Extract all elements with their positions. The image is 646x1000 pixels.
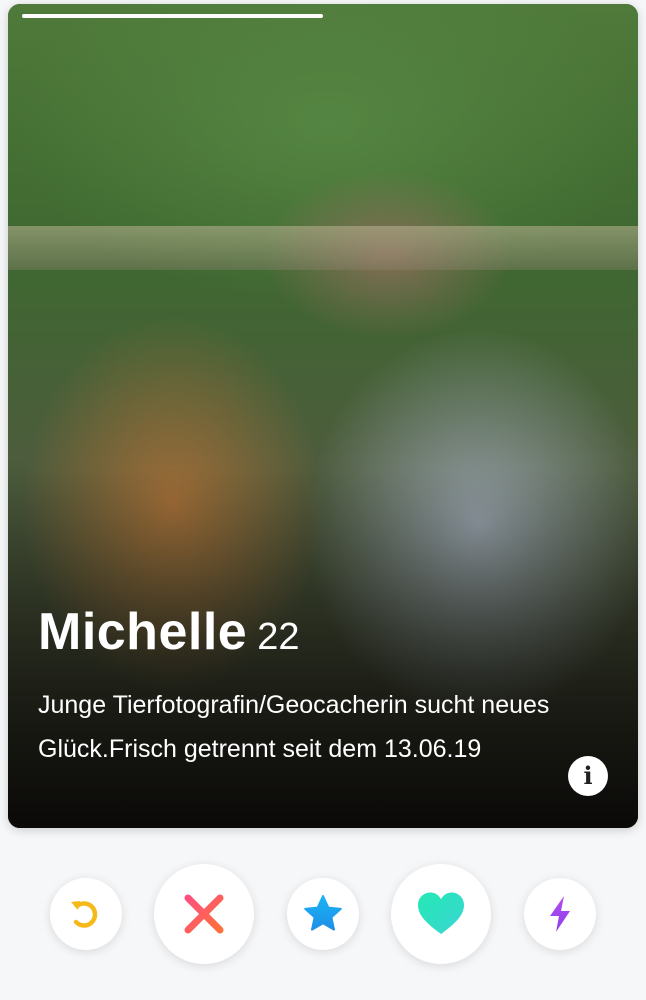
photo-progress-indicator: [22, 14, 323, 18]
boost-button[interactable]: [524, 878, 596, 950]
photo-progress-track: [22, 14, 624, 18]
profile-bio: Junge Tierfotografin/Geocacherin sucht n…: [38, 691, 550, 763]
like-button[interactable]: [391, 864, 491, 964]
star-icon: [304, 895, 342, 931]
info-button[interactable]: i: [568, 756, 608, 796]
rewind-button[interactable]: [50, 878, 122, 950]
profile-age: 22: [257, 616, 300, 658]
nope-button[interactable]: [154, 864, 254, 964]
heart-icon: [418, 892, 464, 934]
rewind-icon: [71, 901, 98, 928]
profile-info: Michelle 22 Junge Tierfotografin/Geocache…: [38, 602, 568, 771]
super-like-button[interactable]: [287, 878, 359, 950]
action-bar: [0, 862, 646, 966]
info-icon: i: [583, 761, 593, 790]
name-age-line: Michelle 22: [38, 602, 568, 675]
close-icon: [184, 894, 224, 934]
profile-name: Michelle: [38, 603, 248, 661]
profile-card[interactable]: Michelle 22 Junge Tierfotografin/Geocache…: [8, 4, 638, 828]
lightning-icon: [550, 896, 570, 932]
photo-background-fence: [8, 226, 638, 270]
